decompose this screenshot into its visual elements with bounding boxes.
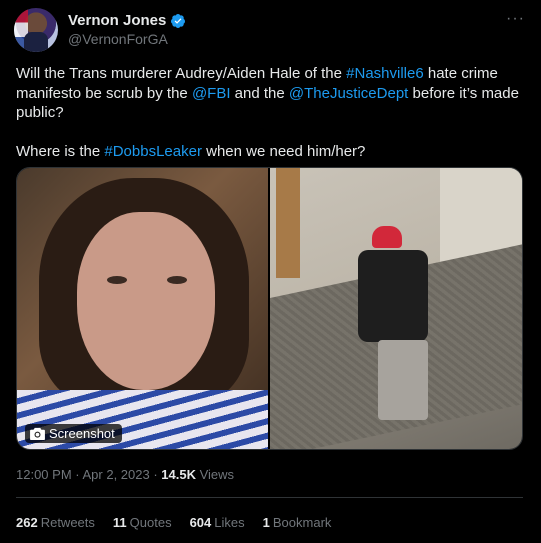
likes-count: 604 (189, 515, 212, 530)
tweet-paragraph-1: Will the Trans murderer Audrey/Aiden Hal… (16, 64, 526, 123)
tweet-meta: 12:00 PM · Apr 2, 2023 · 14.5K Views (16, 467, 234, 482)
quotes-stat[interactable]: 11 Quotes (113, 515, 172, 530)
likes-label: Likes (214, 515, 245, 530)
meta-separator: · (71, 467, 83, 482)
bookmarks-count: 1 (262, 515, 270, 530)
photo-door (276, 168, 300, 278)
quotes-label: Quotes (129, 515, 172, 530)
photo-eye-left (107, 276, 127, 284)
retweets-label: Retweets (40, 515, 95, 530)
mention-thejusticedept[interactable]: @TheJusticeDept (289, 85, 408, 102)
meta-separator: · (149, 467, 162, 482)
photo-red-cap (372, 226, 402, 248)
media-photo-portrait[interactable]: Screenshot (17, 168, 268, 449)
tweet-header: Vernon Jones @VernonForGA ··· (14, 8, 529, 56)
tweet-media: Screenshot (16, 167, 523, 450)
photo-person-body (358, 250, 428, 342)
media-photo-cctv[interactable] (270, 168, 522, 449)
views-label: Views (199, 467, 235, 482)
photo-eye-right (167, 276, 187, 284)
screenshot-badge-label: Screenshot (49, 426, 115, 441)
photo-face (77, 212, 215, 390)
views-count: 14.5K (161, 467, 196, 482)
divider (16, 497, 523, 498)
bookmarks-stat[interactable]: 1 Bookmark (263, 515, 332, 530)
author-avatar[interactable] (14, 8, 58, 52)
likes-stat[interactable]: 604 Likes (190, 515, 245, 530)
camera-icon (30, 427, 45, 440)
hashtag-nashville6[interactable]: #Nashville6 (346, 65, 424, 82)
quotes-count: 11 (112, 515, 127, 530)
more-options-icon[interactable]: ··· (506, 10, 525, 28)
tweet-date[interactable]: Apr 2, 2023 (83, 467, 150, 482)
author-handle[interactable]: @VernonForGA (68, 31, 168, 47)
text-segment: when we need him/her? (201, 142, 366, 160)
verified-badge-icon (171, 13, 186, 28)
author-name[interactable]: Vernon Jones (68, 12, 166, 29)
photo-person-legs (378, 340, 428, 420)
mention-fbi[interactable]: @FBI (192, 85, 231, 102)
text-segment: Will the Trans murderer Audrey/Aiden Hal… (16, 65, 347, 82)
tweet-paragraph-2: Where is the #DobbsLeaker when we need h… (16, 142, 526, 162)
tweet-text: Will the Trans murderer Audrey/Aiden Hal… (16, 64, 526, 161)
hashtag-dobbsleaker[interactable]: #DobbsLeaker (104, 143, 202, 160)
retweets-count: 262 (16, 515, 38, 530)
bookmarks-label: Bookmark (272, 515, 332, 530)
avatar-suit (24, 32, 48, 52)
text-segment: and the (230, 84, 289, 102)
author-name-row: Vernon Jones (68, 12, 186, 29)
screenshot-badge[interactable]: Screenshot (25, 424, 122, 443)
tweet-time[interactable]: 12:00 PM (16, 467, 72, 482)
retweets-stat[interactable]: 262 Retweets (16, 515, 95, 530)
text-segment: Where is the (16, 142, 105, 160)
tweet-stats: 262 Retweets 11 Quotes 604 Likes 1 Bookmark (16, 515, 349, 530)
